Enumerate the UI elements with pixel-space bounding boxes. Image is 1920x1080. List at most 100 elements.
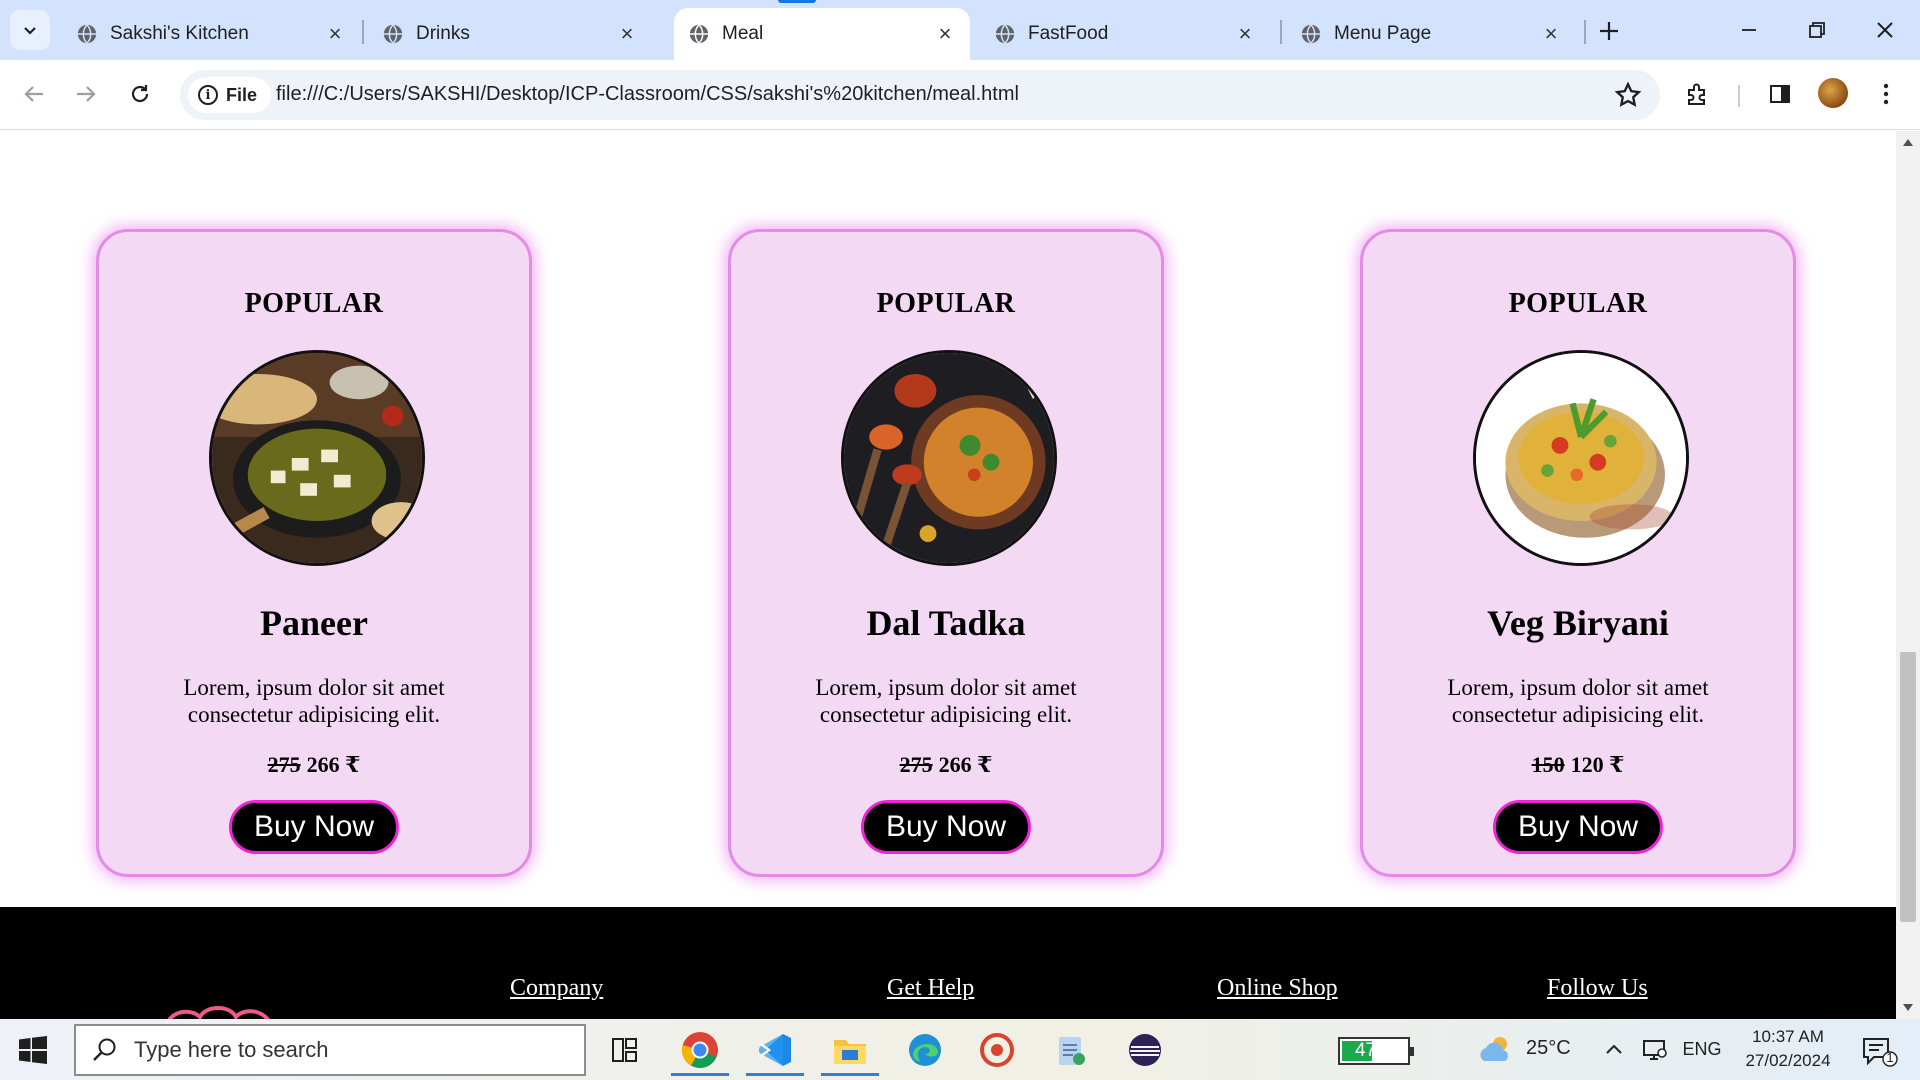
browser-tab-bar: Sakshi's Kitchen × Drinks × Meal × FastF… <box>0 0 1920 60</box>
popular-badge: POPULAR <box>876 288 1016 319</box>
tab-meal[interactable]: Meal × <box>674 8 970 60</box>
show-hidden-icons-button[interactable] <box>1600 1033 1628 1065</box>
scrollbar-thumb[interactable] <box>1900 652 1916 922</box>
dish-description: Lorem, ipsum dolor sit amet consectetur … <box>1447 675 1709 727</box>
battery-indicator[interactable]: 47% <box>1338 1037 1414 1065</box>
globe-icon <box>995 24 1015 44</box>
tab-divider <box>1584 20 1586 44</box>
veg-biryani-dish-illustration <box>1476 353 1686 563</box>
clock-time: 10:37 AM <box>1752 1027 1824 1046</box>
close-icon[interactable]: × <box>1540 21 1562 46</box>
forward-button[interactable] <box>66 74 106 114</box>
bookmark-star-icon[interactable] <box>1614 81 1642 109</box>
chevron-down-icon <box>24 27 36 35</box>
taskbar-recorder[interactable] <box>962 1024 1032 1076</box>
url-text[interactable]: file:///C:/Users/SAKSHI/Desktop/ICP-Clas… <box>276 83 1019 106</box>
eclipse-icon <box>1129 1034 1161 1066</box>
taskbar-notepad[interactable] <box>1036 1024 1106 1076</box>
task-view-icon <box>612 1038 637 1062</box>
cloud-weather-icon[interactable] <box>1476 1033 1516 1065</box>
taskbar-vscode[interactable] <box>740 1024 810 1076</box>
menu-button[interactable] <box>1868 76 1904 112</box>
restore-button[interactable] <box>1792 10 1842 50</box>
page-scrollbar[interactable] <box>1896 131 1920 1019</box>
tab-sakshis-kitchen[interactable]: Sakshi's Kitchen × <box>62 8 360 60</box>
buy-now-button[interactable]: Buy Now <box>228 800 400 854</box>
extensions-button[interactable] <box>1680 76 1716 112</box>
taskbar-edge[interactable] <box>890 1024 960 1076</box>
tab-drinks[interactable]: Drinks × <box>368 8 652 60</box>
back-button[interactable] <box>14 74 54 114</box>
footer-link-follow-us[interactable]: Follow Us <box>1547 975 1648 1002</box>
footer-link-online-shop[interactable]: Online Shop <box>1217 975 1338 1002</box>
old-price: 150 <box>1531 752 1565 777</box>
footer-link-get-help[interactable]: Get Help <box>887 975 974 1002</box>
reload-button[interactable] <box>120 74 160 114</box>
taskbar-eclipse[interactable] <box>1110 1024 1180 1076</box>
active-tab-indicator <box>778 0 816 3</box>
scroll-up-arrow-icon[interactable] <box>1902 137 1914 147</box>
dal-tadka-dish-illustration <box>844 353 1054 563</box>
notepad-icon <box>1059 1037 1085 1065</box>
puzzle-icon <box>1688 83 1705 105</box>
file-explorer-icon <box>834 1040 866 1064</box>
site-info-chip[interactable]: i File <box>188 77 272 113</box>
taskbar-search-box[interactable] <box>74 1024 586 1076</box>
tab-title: FastFood <box>1028 23 1109 44</box>
page-footer: Company Get Help Online Shop Follow Us <box>0 907 1896 1019</box>
close-icon[interactable]: × <box>934 21 956 46</box>
dish-name: Dal Tadka <box>866 603 1026 643</box>
windows-start-icon[interactable] <box>18 1035 48 1065</box>
side-panel-button[interactable] <box>1762 76 1798 112</box>
taskbar-file-explorer[interactable] <box>815 1024 885 1076</box>
close-icon[interactable]: × <box>616 21 638 46</box>
language-indicator[interactable]: ENG <box>1682 1033 1722 1065</box>
vscode-icon <box>759 1034 791 1066</box>
buy-now-button[interactable]: Buy Now <box>1492 800 1664 854</box>
footer-link-company[interactable]: Company <box>510 975 603 1002</box>
close-window-button[interactable] <box>1860 10 1910 50</box>
restore-icon <box>1809 22 1825 38</box>
globe-icon <box>1301 24 1321 44</box>
back-arrow-icon <box>24 86 43 102</box>
tab-menu-page[interactable]: Menu Page × <box>1286 8 1576 60</box>
taskbar-clock[interactable]: 10:37 AM 27/02/2024 <box>1728 1025 1848 1073</box>
notification-center-button[interactable]: 1 <box>1860 1035 1900 1067</box>
close-icon[interactable]: × <box>324 21 346 46</box>
close-icon[interactable]: × <box>1234 21 1256 46</box>
plus-icon <box>1600 22 1618 40</box>
page-viewport: POPULAR Paneer Lorem, ipsum dolor sit am… <box>0 131 1896 1019</box>
clock-date: 27/02/2024 <box>1745 1051 1831 1070</box>
battery-percent: 47% <box>1354 1040 1394 1061</box>
scroll-down-arrow-icon[interactable] <box>1902 1003 1914 1013</box>
new-tab-button[interactable] <box>1592 14 1626 48</box>
buy-now-button[interactable]: Buy Now <box>860 800 1032 854</box>
windows-taskbar: 47% 25°C ENG 10:37 AM 27/02/2024 1 <box>0 1019 1920 1080</box>
forward-arrow-icon <box>77 86 96 102</box>
chrome-icon <box>681 1032 718 1068</box>
dish-description: Lorem, ipsum dolor sit amet consectetur … <box>183 675 445 727</box>
address-bar[interactable]: i File file:///C:/Users/SAKSHI/Desktop/I… <box>180 70 1660 120</box>
taskbar-search-input[interactable] <box>134 1037 574 1063</box>
tab-title: Drinks <box>416 23 470 44</box>
tab-fastfood[interactable]: FastFood × <box>980 8 1270 60</box>
paneer-dish-illustration <box>212 353 422 563</box>
site-chip-label: File <box>226 84 258 105</box>
task-view-button[interactable] <box>590 1024 660 1076</box>
dish-name: Veg Biryani <box>1487 603 1669 643</box>
dal-tadka-dish-image <box>841 350 1057 566</box>
profile-avatar[interactable] <box>1818 78 1848 108</box>
info-icon: i <box>198 85 218 105</box>
network-button[interactable] <box>1638 1033 1672 1065</box>
kitchen-logo-icon <box>167 1006 270 1019</box>
reload-icon <box>131 85 149 103</box>
price-line: 275 266 ₹ <box>731 752 1161 778</box>
search-icon <box>93 1038 116 1061</box>
minimize-button[interactable] <box>1724 10 1774 50</box>
current-price: 266 ₹ <box>938 752 993 777</box>
taskbar-chrome[interactable] <box>665 1024 735 1076</box>
weather-temperature[interactable]: 25°C <box>1526 1037 1571 1060</box>
price-line: 150 120 ₹ <box>1363 752 1793 778</box>
tab-search-button[interactable] <box>10 10 50 50</box>
side-panel-icon <box>1770 85 1790 103</box>
